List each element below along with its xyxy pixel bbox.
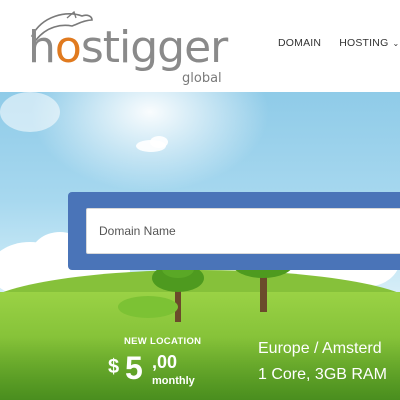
bush-icon	[118, 292, 178, 322]
nav-item-hosting[interactable]: HOSTING ⌄	[339, 37, 399, 49]
new-location-badge: NEW LOCATION	[124, 336, 202, 347]
domain-search-input[interactable]	[86, 208, 400, 254]
logo-wordmark: hostigger	[28, 22, 228, 73]
cloud	[0, 92, 60, 132]
chevron-down-icon: ⌄	[392, 39, 400, 48]
site-header: hostigger global DOMAIN HOSTING ⌄	[0, 0, 400, 92]
nav-item-domain[interactable]: DOMAIN	[278, 37, 321, 49]
price-main: 5	[125, 350, 143, 386]
hostigger-logo[interactable]: hostigger global	[12, 6, 228, 88]
price-period: monthly	[152, 375, 195, 387]
main-nav: DOMAIN HOSTING ⌄	[278, 37, 399, 49]
offer-specs: 1 Core, 3GB RAM	[258, 366, 387, 383]
cloud	[150, 136, 168, 148]
price-cents: ,00	[152, 352, 178, 372]
logo-subtitle: global	[182, 71, 222, 86]
offer-location: Europe / Amsterd	[258, 340, 382, 357]
price-currency: $	[108, 356, 120, 378]
